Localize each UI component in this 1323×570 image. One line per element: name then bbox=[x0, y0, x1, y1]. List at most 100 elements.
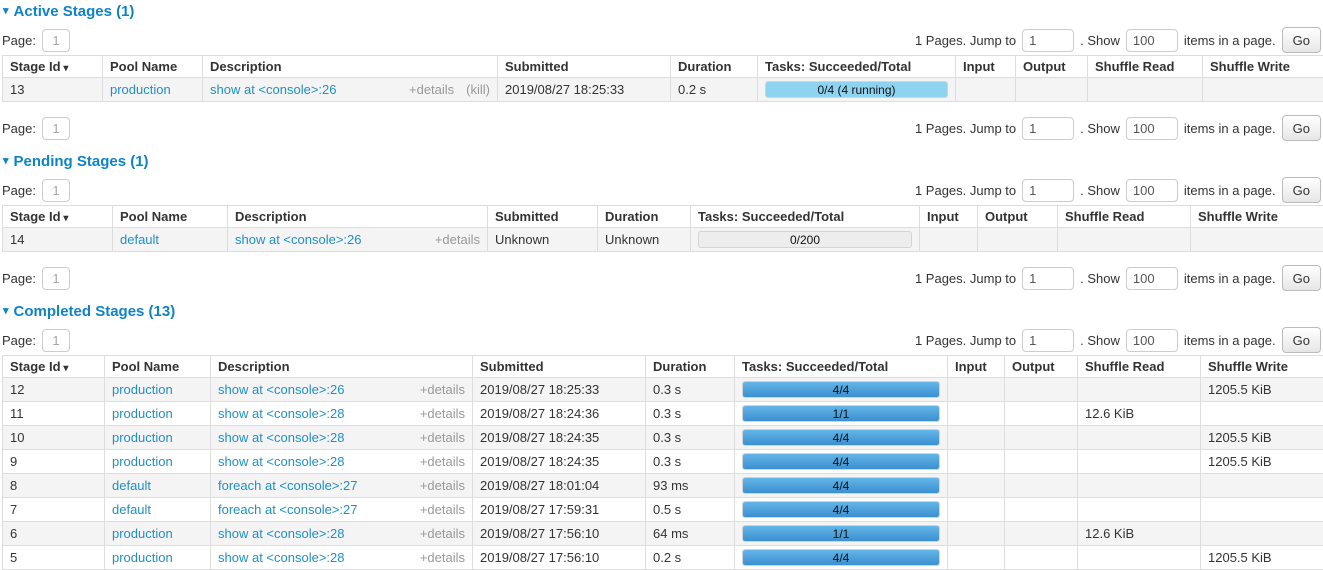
details-toggle[interactable]: +details bbox=[420, 502, 465, 517]
column-header-stage-id[interactable]: Stage Id ▾ bbox=[3, 206, 113, 228]
column-header-pool-name[interactable]: Pool Name bbox=[105, 356, 211, 378]
items-per-page-input[interactable] bbox=[1126, 29, 1178, 52]
column-header-shuffle-write[interactable]: Shuffle Write bbox=[1201, 356, 1323, 378]
details-toggle[interactable]: +details bbox=[420, 526, 465, 541]
go-button[interactable]: Go bbox=[1282, 115, 1321, 141]
jump-to-page-input[interactable] bbox=[1022, 117, 1074, 140]
description-link[interactable]: show at <console>:26 bbox=[235, 232, 361, 247]
column-header-duration[interactable]: Duration bbox=[671, 56, 758, 78]
progress-label: 4/4 bbox=[743, 430, 939, 446]
pool-name-link[interactable]: production bbox=[112, 526, 173, 541]
column-header-tasks-succeeded-total[interactable]: Tasks: Succeeded/Total bbox=[735, 356, 948, 378]
column-header-tasks-succeeded-total[interactable]: Tasks: Succeeded/Total bbox=[691, 206, 920, 228]
go-button[interactable]: Go bbox=[1282, 27, 1321, 53]
column-header-shuffle-write[interactable]: Shuffle Write bbox=[1191, 206, 1323, 228]
column-header-tasks-succeeded-total[interactable]: Tasks: Succeeded/Total bbox=[758, 56, 956, 78]
description-link[interactable]: foreach at <console>:27 bbox=[218, 502, 358, 517]
shuffle-write-cell bbox=[1201, 474, 1323, 498]
column-header-shuffle-read[interactable]: Shuffle Read bbox=[1078, 356, 1201, 378]
column-header-duration[interactable]: Duration bbox=[598, 206, 691, 228]
description-link[interactable]: show at <console>:26 bbox=[218, 382, 344, 397]
column-header-submitted[interactable]: Submitted bbox=[498, 56, 671, 78]
details-toggle[interactable]: +details bbox=[420, 478, 465, 493]
column-header-description[interactable]: Description bbox=[228, 206, 488, 228]
page-number-input[interactable] bbox=[42, 29, 70, 52]
column-header-input[interactable]: Input bbox=[948, 356, 1005, 378]
column-header-output[interactable]: Output bbox=[978, 206, 1058, 228]
page-number-input[interactable] bbox=[42, 329, 70, 352]
column-header-label: Shuffle Read bbox=[1095, 59, 1174, 74]
pool-name-link[interactable]: production bbox=[110, 82, 171, 97]
duration-cell: 0.5 s bbox=[646, 498, 735, 522]
details-toggle[interactable]: +details bbox=[420, 430, 465, 445]
column-header-pool-name[interactable]: Pool Name bbox=[113, 206, 228, 228]
pool-name-link[interactable]: default bbox=[112, 478, 151, 493]
column-header-duration[interactable]: Duration bbox=[646, 356, 735, 378]
description-link[interactable]: show at <console>:28 bbox=[218, 406, 344, 421]
pool-name-cell: production bbox=[103, 78, 203, 102]
pagination-bar: Page: 1 Pages. Jump to . Show items in a… bbox=[2, 265, 1321, 291]
description-link[interactable]: foreach at <console>:27 bbox=[218, 478, 358, 493]
column-header-input[interactable]: Input bbox=[920, 206, 978, 228]
description-link[interactable]: show at <console>:28 bbox=[218, 526, 344, 541]
pool-name-link[interactable]: production bbox=[112, 406, 173, 421]
output-cell bbox=[1005, 498, 1078, 522]
kill-link[interactable]: (kill) bbox=[466, 82, 490, 97]
jump-to-page-input[interactable] bbox=[1022, 29, 1074, 52]
items-per-page-input[interactable] bbox=[1126, 179, 1178, 202]
column-header-output[interactable]: Output bbox=[1016, 56, 1088, 78]
column-header-stage-id[interactable]: Stage Id ▾ bbox=[3, 356, 105, 378]
description-cell: show at <console>:28 +details bbox=[211, 546, 473, 570]
description-link[interactable]: show at <console>:28 bbox=[218, 550, 344, 565]
details-toggle[interactable]: +details bbox=[420, 550, 465, 565]
details-toggle[interactable]: +details bbox=[420, 454, 465, 469]
column-header-pool-name[interactable]: Pool Name bbox=[103, 56, 203, 78]
pool-name-link[interactable]: production bbox=[112, 454, 173, 469]
page-number-input[interactable] bbox=[42, 117, 70, 140]
shuffle-read-cell bbox=[1078, 450, 1201, 474]
column-header-submitted[interactable]: Submitted bbox=[488, 206, 598, 228]
details-toggle[interactable]: +details bbox=[420, 406, 465, 421]
column-header-output[interactable]: Output bbox=[1005, 356, 1078, 378]
column-header-stage-id[interactable]: Stage Id ▾ bbox=[3, 56, 103, 78]
pool-name-link[interactable]: default bbox=[120, 232, 159, 247]
column-header-shuffle-write[interactable]: Shuffle Write bbox=[1203, 56, 1323, 78]
pool-name-link[interactable]: production bbox=[112, 430, 173, 445]
description-link[interactable]: show at <console>:28 bbox=[218, 430, 344, 445]
pool-name-cell: production bbox=[105, 522, 211, 546]
pending-stages-header[interactable]: ▾ Pending Stages (1) bbox=[3, 153, 1323, 170]
items-per-page-input[interactable] bbox=[1126, 329, 1178, 352]
jump-to-page-input[interactable] bbox=[1022, 267, 1074, 290]
task-progress-bar: 4/4 bbox=[742, 381, 940, 398]
pool-name-link[interactable]: production bbox=[112, 550, 173, 565]
page-number-input[interactable] bbox=[42, 179, 70, 202]
stage-id-cell: 13 bbox=[3, 78, 103, 102]
description-link[interactable]: show at <console>:26 bbox=[210, 82, 336, 97]
go-button[interactable]: Go bbox=[1282, 177, 1321, 203]
items-per-page-input[interactable] bbox=[1126, 117, 1178, 140]
output-cell bbox=[1005, 378, 1078, 402]
pool-name-link[interactable]: production bbox=[112, 382, 173, 397]
column-header-submitted[interactable]: Submitted bbox=[473, 356, 646, 378]
description-link[interactable]: show at <console>:28 bbox=[218, 454, 344, 469]
pagination-bar: Page: 1 Pages. Jump to . Show items in a… bbox=[2, 27, 1321, 53]
jump-to-page-input[interactable] bbox=[1022, 329, 1074, 352]
column-header-shuffle-read[interactable]: Shuffle Read bbox=[1088, 56, 1203, 78]
go-button[interactable]: Go bbox=[1282, 327, 1321, 353]
details-toggle[interactable]: +details bbox=[409, 82, 454, 97]
details-toggle[interactable]: +details bbox=[420, 382, 465, 397]
items-per-page-input[interactable] bbox=[1126, 267, 1178, 290]
page-number-input[interactable] bbox=[42, 267, 70, 290]
completed-stages-header[interactable]: ▾ Completed Stages (13) bbox=[3, 303, 1323, 320]
pool-name-link[interactable]: default bbox=[112, 502, 151, 517]
go-button[interactable]: Go bbox=[1282, 265, 1321, 291]
shuffle-write-cell: 1205.5 KiB bbox=[1201, 450, 1323, 474]
column-header-shuffle-read[interactable]: Shuffle Read bbox=[1058, 206, 1191, 228]
column-header-label: Tasks: Succeeded/Total bbox=[698, 209, 844, 224]
column-header-input[interactable]: Input bbox=[956, 56, 1016, 78]
active-stages-header[interactable]: ▾ Active Stages (1) bbox=[3, 3, 1323, 20]
column-header-description[interactable]: Description bbox=[203, 56, 498, 78]
column-header-description[interactable]: Description bbox=[211, 356, 473, 378]
details-toggle[interactable]: +details bbox=[435, 232, 480, 247]
jump-to-page-input[interactable] bbox=[1022, 179, 1074, 202]
